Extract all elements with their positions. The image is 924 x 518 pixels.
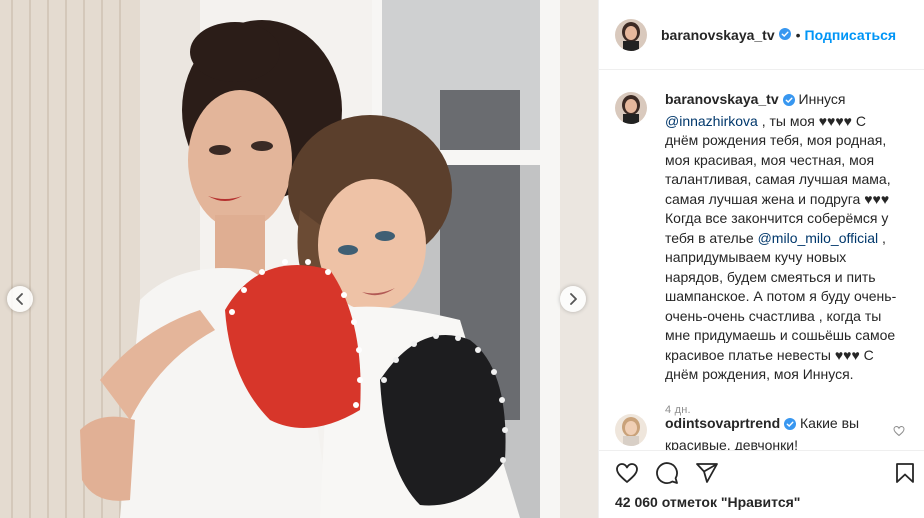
verified-badge-icon [784, 416, 797, 436]
comment-username[interactable]: odintsovaprtrend [665, 415, 780, 431]
comment-like-button[interactable] [893, 424, 905, 440]
heart-icon [616, 463, 638, 483]
caption-username[interactable]: baranovskaya_tv [665, 91, 779, 107]
comment-text-block: odintsovaprtrend Какие вы красивые, девч… [665, 414, 887, 450]
caption-text: , напридумываем кучу новых нарядов, буде… [665, 229, 897, 383]
post-header: baranovskaya_tv • Подписаться [599, 0, 924, 70]
avatar[interactable] [615, 414, 647, 446]
post-author-username[interactable]: baranovskaya_tv [661, 27, 775, 43]
comment-button[interactable] [655, 461, 681, 487]
comment-icon [656, 462, 678, 484]
heart-icon [893, 425, 905, 437]
caption-text: Иннуся [798, 91, 846, 107]
mention-link[interactable]: @innazhirkova [665, 113, 758, 129]
post-actions-bar: 42 060 отметок "Нравится" [599, 450, 924, 518]
verified-badge-icon [782, 92, 795, 112]
next-photo-button[interactable] [560, 286, 586, 312]
post-photo[interactable] [0, 0, 598, 518]
likes-count[interactable]: 42 060 отметок "Нравится" [615, 494, 800, 510]
chevron-left-icon [16, 293, 23, 305]
mention-link[interactable]: @milo_milo_official [758, 230, 879, 246]
post-side-panel: baranovskaya_tv • Подписаться baranovska… [598, 0, 924, 518]
photo-image [0, 0, 598, 518]
avatar[interactable] [615, 18, 647, 51]
comment-item: odintsovaprtrend Какие вы красивые, девч… [615, 414, 915, 450]
prev-photo-button[interactable] [7, 286, 33, 312]
verified-badge-icon [778, 27, 791, 43]
follow-button[interactable]: Подписаться [805, 27, 897, 43]
chevron-right-icon [570, 293, 577, 305]
caption-text: , ты моя ♥♥♥♥ С днём рождения тебя, моя … [665, 112, 891, 246]
bookmark-icon [896, 463, 914, 483]
like-button[interactable] [615, 461, 641, 487]
share-button[interactable] [695, 461, 721, 487]
avatar[interactable] [615, 92, 647, 124]
save-button[interactable] [893, 461, 919, 487]
share-icon [696, 463, 718, 483]
separator-dot: • [795, 26, 801, 43]
caption-text-block: baranovskaya_tv Иннуся @innazhirkova , т… [665, 90, 903, 420]
post-caption: baranovskaya_tv Иннуся @innazhirkova , т… [615, 90, 915, 420]
